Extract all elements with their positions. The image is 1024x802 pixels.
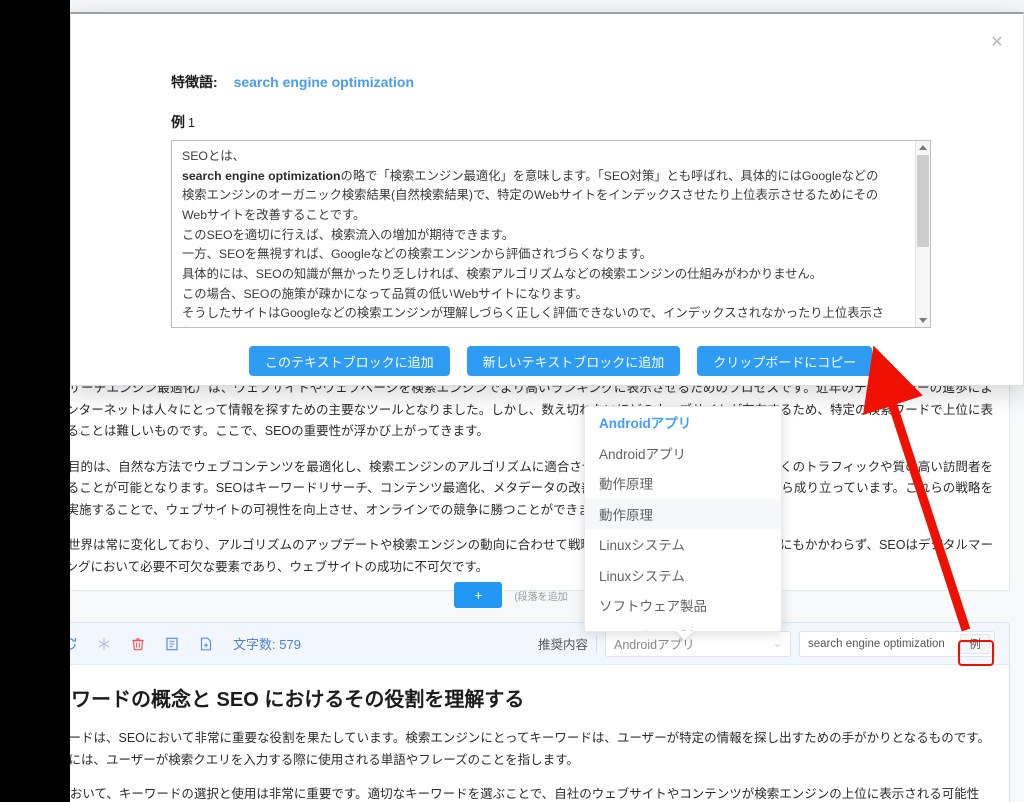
copy-to-clipboard-button[interactable]: クリップボードにコピー: [697, 346, 873, 376]
dropdown-item[interactable]: Androidアプリ: [585, 438, 781, 469]
example-textarea[interactable]: SEOとは、 search engine optimizationの略で「検索エン…: [171, 140, 931, 328]
scrollbar-thumb[interactable]: [917, 155, 929, 247]
textarea-line: 検索エンジンのオーガニック検索結果(自然検索結果)で、特定のWebサイトをインデ…: [182, 188, 879, 203]
textarea-line: SEOとは、: [182, 149, 245, 163]
add-paragraph-row: + (段落を追加: [12, 572, 1010, 618]
text-block-2-toolbar: 文字数: 579 推奨内容 Androidアプリ ⌄ search engine…: [13, 623, 1009, 665]
textarea-line: この場合、SEOの施策が疎かになって品質の低いWebサイトになります。: [182, 286, 588, 301]
dropdown-item[interactable]: 動作原理: [585, 498, 781, 529]
textarea-line: 一方、SEOを無視すれば、Googleなどの検索エンジンから評価されづらくなりま…: [182, 247, 652, 262]
feature-term-value: search engine optimization: [233, 74, 415, 90]
add-paragraph-button[interactable]: +: [454, 582, 503, 608]
textarea-line: search engine optimizationの略で「検索エンジン最適化」…: [182, 168, 879, 183]
app-root: 操作 状態: 下書 作成日時: We バ コ 利 SEO（サーチエンジン最適化）…: [0, 0, 1024, 802]
dropdown-item[interactable]: ソフトウェア製品: [585, 590, 781, 621]
keyword-value: search engine optimization: [808, 637, 945, 650]
close-icon[interactable]: ✕: [987, 32, 1007, 52]
copy-icon[interactable]: [163, 635, 181, 653]
chevron-down-icon: ⌄: [772, 638, 782, 650]
scroll-up-icon[interactable]: [919, 145, 927, 150]
example-heading-text: 例: [171, 114, 185, 130]
section-paragraph: キーワードは、SEOにおいて非常に重要な役割を果たしています。検索エンジンにとっ…: [31, 731, 991, 767]
char-count-text: 文字数:: [233, 637, 276, 652]
browser-dark-gutter: [0, 0, 70, 802]
recommend-type-select[interactable]: Androidアプリ ⌄: [605, 630, 791, 657]
add-to-this-text-block-button[interactable]: このテキストブロックに追加: [249, 346, 450, 376]
feature-term-label: 特徴語:: [171, 74, 218, 90]
example-heading: 例1: [171, 112, 939, 132]
dropdown-caret: [676, 631, 694, 640]
example-button[interactable]: 例: [960, 633, 990, 654]
textarea-line: Webサイトを改善することです。: [182, 208, 366, 223]
section-title: キーワードの概念と SEO におけるその役割を理解する: [31, 689, 525, 711]
scroll-down-icon[interactable]: [919, 318, 927, 323]
add-to-new-text-block-button[interactable]: 新しいテキストブロックに追加: [466, 346, 681, 376]
dropdown-item[interactable]: 動作原理: [585, 468, 781, 499]
char-count-value: 579: [279, 637, 301, 652]
textarea-line: 具体的には、SEOの知識が無かったり乏しければ、検索アルゴリズムなどの検索エンジ…: [182, 267, 823, 282]
article-paragraph: SEOの目的は、自然な方法でウェブコンテンツを最適化し、検索エンジンのアルゴリズ…: [29, 459, 993, 517]
feature-term-row: 特徴語: search engine optimization: [171, 72, 939, 92]
recommend-label: 推奨内容: [537, 638, 588, 652]
modal-content: 特徴語: search engine optimization 例1 SEOとは…: [71, 14, 1023, 376]
textarea-line: そうしたサイトはGoogleなどの検索エンジンが理解しづらく正しく評価できないの…: [182, 306, 885, 321]
text-block-2: 文字数: 579 推奨内容 Androidアプリ ⌄ search engine…: [12, 622, 1010, 802]
keyword-field[interactable]: search engine optimization 例: [799, 630, 995, 657]
textarea-scrollbar[interactable]: [915, 141, 930, 327]
textarea-line: このSEOを適切に行えば、検索流入の増加が期待できます。: [182, 227, 515, 242]
dropdown-item[interactable]: Androidアプリ: [585, 407, 781, 438]
example-heading-number: 1: [188, 116, 195, 130]
section-paragraph: SEOにおいて、キーワードの選択と使用は非常に重要です。適切なキーワードを選ぶこ…: [31, 786, 980, 801]
toolbar-divider: [596, 635, 597, 652]
example-textarea-content: SEOとは、 search engine optimizationの略で「検索エン…: [172, 141, 930, 327]
add-paragraph-hint: (段落を追加: [514, 591, 568, 603]
text-block-1-body: SEO（サーチエンジン最適化）は、ウェブサイトやウェブページを検索エンジンでより…: [12, 364, 1010, 591]
dropdown-item[interactable]: Linuxシステム: [585, 560, 781, 591]
text-block-2-body: キーワードの概念と SEO におけるその役割を理解する キーワードは、SEOにお…: [13, 665, 1009, 802]
toolbar-right-group: 推奨内容 Androidアプリ ⌄ search engine optimiza…: [537, 630, 995, 657]
recommend-type-dropdown[interactable]: Androidアプリ Androidアプリ 動作原理 動作原理 Linuxシステ…: [584, 406, 782, 632]
example-modal: ✕ 特徴語: search engine optimization 例1 SEO…: [70, 12, 1024, 386]
trash-icon[interactable]: [129, 635, 147, 653]
article-paragraph: SEO（サーチエンジン最適化）は、ウェブサイトやウェブページを検索エンジンでより…: [29, 381, 993, 438]
modal-action-buttons: このテキストブロックに追加 新しいテキストブロックに追加 クリップボードにコピー: [171, 346, 939, 376]
dropdown-item[interactable]: Linuxシステム: [585, 529, 781, 560]
sparkle-icon[interactable]: [95, 635, 113, 653]
char-count-label: 文字数: 579: [233, 634, 301, 653]
textarea-line: れません。: [182, 324, 908, 327]
new-doc-icon[interactable]: [197, 635, 215, 653]
